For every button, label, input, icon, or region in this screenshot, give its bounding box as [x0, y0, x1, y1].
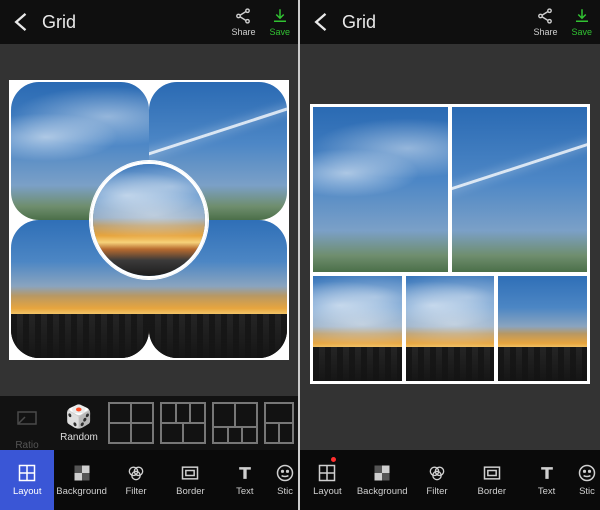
layout-template[interactable]	[212, 402, 258, 444]
nav-background[interactable]: Background	[54, 450, 108, 510]
collage-cell[interactable]	[452, 107, 587, 272]
ratio-icon	[15, 405, 39, 429]
layout-icon	[317, 463, 337, 483]
collage-grid[interactable]	[9, 80, 289, 360]
collage-cell[interactable]	[406, 276, 494, 381]
sticker-icon	[577, 463, 597, 483]
save-label: Save	[269, 27, 290, 37]
save-button[interactable]: Save	[571, 7, 592, 37]
nav-label: Background	[56, 486, 107, 497]
pane-left: Grid Share Save	[0, 0, 300, 510]
page-title: Grid	[42, 12, 231, 33]
editor-canvas[interactable]	[0, 44, 298, 396]
nav-label: Filter	[125, 486, 146, 497]
share-label: Share	[533, 27, 557, 37]
ratio-label: Ratio	[4, 440, 50, 451]
layout-template[interactable]	[264, 402, 294, 444]
nav-label: Stic	[579, 486, 595, 497]
save-button[interactable]: Save	[269, 7, 290, 37]
nav-label: Layout	[13, 486, 42, 497]
save-label: Save	[571, 27, 592, 37]
nav-layout[interactable]: Layout	[300, 450, 355, 510]
nav-label: Stic	[277, 486, 293, 497]
border-icon	[482, 463, 502, 483]
nav-label: Background	[357, 486, 408, 497]
download-icon	[271, 7, 289, 25]
nav-filter[interactable]: Filter	[109, 450, 163, 510]
nav-text[interactable]: Text	[519, 450, 574, 510]
nav-label: Border	[478, 486, 507, 497]
filter-icon	[427, 463, 447, 483]
share-button[interactable]: Share	[533, 7, 557, 37]
random-label: Random	[56, 432, 102, 443]
sticker-icon	[275, 463, 295, 483]
back-button[interactable]	[308, 8, 336, 36]
nav-filter[interactable]: Filter	[410, 450, 465, 510]
bottom-nav: Layout Background Filter Border Text Sti…	[300, 450, 600, 510]
editor-canvas[interactable]	[300, 44, 600, 450]
border-icon	[180, 463, 200, 483]
nav-label: Layout	[313, 486, 342, 497]
nav-sticker[interactable]: Stic	[272, 450, 298, 510]
share-icon	[234, 7, 252, 25]
collage-cell[interactable]	[313, 276, 402, 381]
layout-template[interactable]	[160, 402, 206, 444]
nav-background[interactable]: Background	[355, 450, 410, 510]
layout-template[interactable]	[108, 402, 154, 444]
collage-center-circle[interactable]	[90, 161, 208, 279]
bottom-nav: Layout Background Filter Border Text Sti…	[0, 450, 298, 510]
random-option[interactable]: 🎲 Random	[56, 404, 102, 443]
text-icon	[537, 463, 557, 483]
nav-label: Text	[538, 486, 555, 497]
nav-border[interactable]: Border	[464, 450, 519, 510]
collage-cell[interactable]	[498, 276, 587, 381]
share-button[interactable]: Share	[231, 7, 255, 37]
background-icon	[372, 463, 392, 483]
text-icon	[235, 463, 255, 483]
app-header: Grid Share Save	[0, 0, 298, 44]
collage-cell[interactable]	[313, 107, 448, 272]
nav-label: Filter	[426, 486, 447, 497]
filter-icon	[126, 463, 146, 483]
layout-icon	[17, 463, 37, 483]
download-icon	[573, 7, 591, 25]
share-icon	[536, 7, 554, 25]
app-header: Grid Share Save	[300, 0, 600, 44]
back-button[interactable]	[8, 8, 36, 36]
nav-text[interactable]: Text	[218, 450, 272, 510]
dice-icon: 🎲	[65, 404, 92, 430]
ratio-option[interactable]: Ratio	[4, 396, 50, 451]
nav-layout[interactable]: Layout	[0, 450, 54, 510]
nav-sticker[interactable]: Stic	[574, 450, 600, 510]
pane-right: Grid Share Save	[300, 0, 600, 510]
nav-border[interactable]: Border	[163, 450, 217, 510]
layout-template-row: Ratio 🎲 Random	[0, 396, 298, 450]
page-title: Grid	[342, 12, 533, 33]
nav-label: Border	[176, 486, 205, 497]
nav-label: Text	[236, 486, 253, 497]
collage-grid[interactable]	[310, 104, 590, 384]
share-label: Share	[231, 27, 255, 37]
notification-dot	[330, 456, 337, 463]
background-icon	[72, 463, 92, 483]
